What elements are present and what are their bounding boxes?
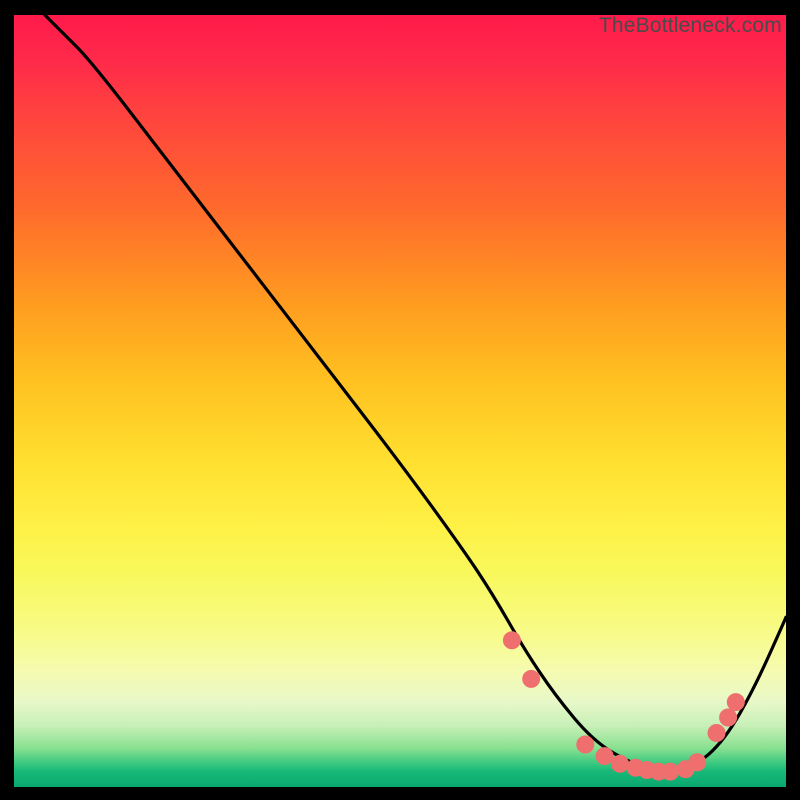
marker-dot [727, 693, 745, 711]
bottleneck-curve [45, 15, 786, 770]
marker-dot [719, 709, 737, 727]
chart-svg [14, 15, 786, 787]
marker-dot [661, 763, 679, 781]
marker-dot [611, 755, 629, 773]
marker-dot [708, 724, 726, 742]
marker-dot [596, 747, 614, 765]
highlight-markers [503, 631, 745, 780]
marker-dot [688, 753, 706, 771]
marker-dot [522, 670, 540, 688]
marker-dot [503, 631, 521, 649]
marker-dot [576, 736, 594, 754]
